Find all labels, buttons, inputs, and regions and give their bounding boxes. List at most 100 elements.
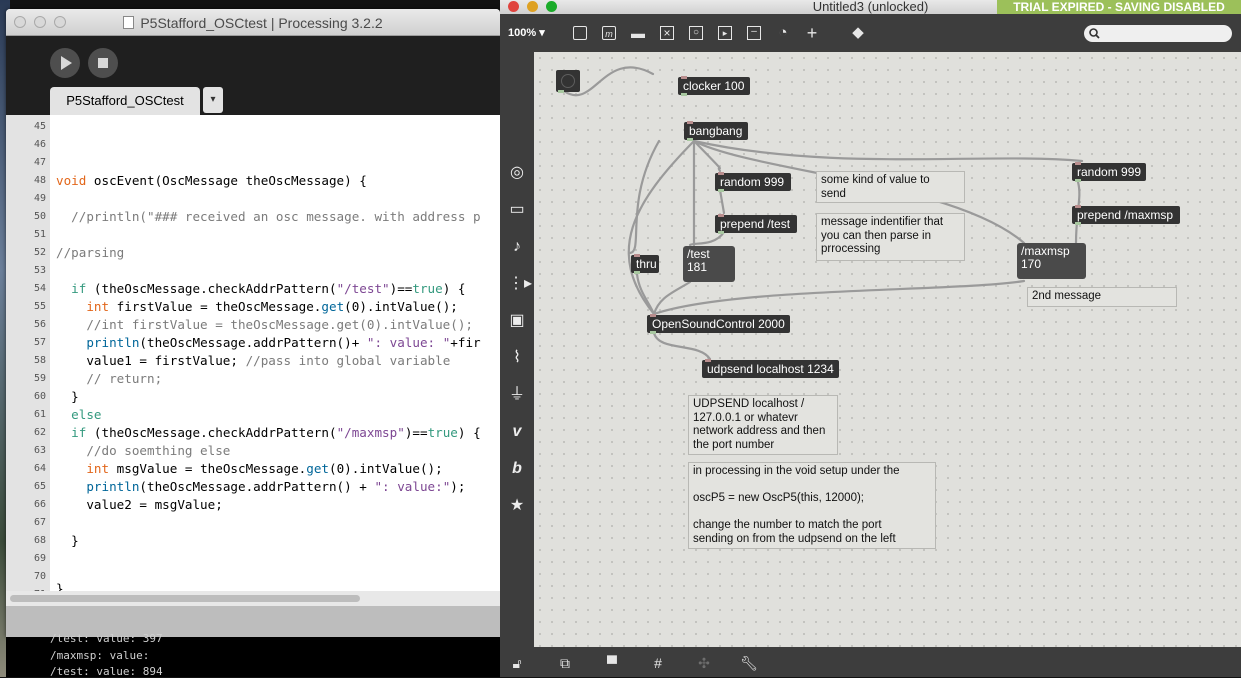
random-object-left[interactable]: random 999 bbox=[715, 172, 791, 192]
line-number: 63 bbox=[33, 445, 46, 456]
bus-icon[interactable]: ▭ bbox=[508, 201, 526, 219]
target-icon[interactable]: ◎ bbox=[508, 164, 526, 182]
outlet[interactable] bbox=[1075, 222, 1081, 225]
patch-cords bbox=[562, 66, 1084, 361]
line-number: 46 bbox=[33, 139, 46, 150]
sketch-tab[interactable]: P5Stafford_OSCtest bbox=[50, 87, 200, 115]
music-note-icon[interactable]: ♪ bbox=[508, 238, 526, 256]
paperclip-icon[interactable]: ⌇ bbox=[508, 349, 526, 367]
random-object-right[interactable]: random 999 bbox=[1072, 162, 1146, 182]
code-line: println(theOscMessage.addrPattern()+ ": … bbox=[86, 335, 481, 350]
inlet[interactable] bbox=[705, 359, 711, 362]
image-icon[interactable]: ▣ bbox=[508, 312, 526, 330]
comment-icon[interactable]: ▬ bbox=[631, 26, 645, 40]
value-comment[interactable]: some kind of value to send bbox=[816, 171, 965, 203]
code-line: //parsing bbox=[56, 245, 125, 260]
bangbang-object[interactable]: bangbang bbox=[684, 121, 748, 141]
clocker-object[interactable]: clocker 100 bbox=[678, 76, 750, 96]
patcher-canvas[interactable]: clocker 100 bangbang random 999 some kin… bbox=[534, 52, 1241, 647]
line-number: 70 bbox=[33, 571, 46, 582]
code-line: //do soemthing else bbox=[56, 443, 231, 458]
inlet[interactable] bbox=[687, 121, 693, 124]
line-number: 62 bbox=[33, 427, 46, 438]
outlet[interactable] bbox=[687, 138, 693, 141]
inlet[interactable] bbox=[650, 314, 656, 317]
second-message-comment[interactable]: 2nd message bbox=[1027, 287, 1177, 307]
dotted-play-icon[interactable]: ⋮▸ bbox=[508, 275, 532, 293]
processing-titlebar[interactable]: P5Stafford_OSCtest | Processing 3.2.2 bbox=[6, 9, 500, 36]
line-number: 48 bbox=[33, 175, 46, 186]
outlet[interactable] bbox=[718, 231, 724, 234]
new-message-icon[interactable]: m bbox=[602, 26, 616, 40]
message-line: 181 bbox=[687, 260, 708, 274]
number-box-icon[interactable]: ▸ bbox=[718, 26, 732, 40]
thru-object[interactable]: thru bbox=[631, 254, 659, 274]
opensoundcontrol-object[interactable]: OpenSoundControl 2000 bbox=[647, 314, 790, 334]
code-line: // return; bbox=[56, 371, 163, 386]
test-message-box[interactable]: /test 181 bbox=[683, 246, 735, 282]
code-line: else bbox=[71, 407, 102, 422]
code-line: if (theOscMessage.checkAddrPattern("/max… bbox=[71, 425, 481, 440]
patch-cord bbox=[628, 139, 661, 255]
grid-icon[interactable]: # bbox=[649, 655, 667, 671]
inlet[interactable] bbox=[634, 254, 640, 257]
star-icon[interactable]: ★ bbox=[508, 497, 526, 515]
outlet[interactable] bbox=[1075, 179, 1081, 182]
run-button[interactable] bbox=[50, 48, 80, 78]
prepend-maxmsp-object[interactable]: prepend /maxmsp bbox=[1072, 205, 1180, 225]
code-editor[interactable]: 45 46 47 48 49 50 51 52 53 54 55 56 57 58 59 60 61 62 63 64… bbox=[6, 115, 500, 600]
presentation-mode-icon[interactable]: ⧉ bbox=[556, 655, 574, 671]
toggle-object-icon[interactable]: ○ bbox=[689, 26, 703, 40]
line-number: 66 bbox=[33, 499, 46, 510]
add-object-icon[interactable]: + bbox=[805, 24, 819, 42]
udpsend-comment[interactable]: UDPSEND localhost / 127.0.0.1 or whatevr… bbox=[688, 395, 838, 455]
line-number: 56 bbox=[33, 319, 46, 330]
patch-cord bbox=[692, 139, 1084, 163]
beap-icon[interactable]: b bbox=[508, 460, 526, 478]
tab-menu-button[interactable]: ▾ bbox=[203, 87, 223, 113]
line-number: 60 bbox=[33, 391, 46, 402]
new-object-icon[interactable] bbox=[573, 26, 587, 40]
inlet[interactable] bbox=[718, 172, 724, 175]
maxmsp-message-box[interactable]: /maxmsp 170 bbox=[1017, 243, 1086, 279]
console-output: /test: value: 397 /maxmsp: value: /test:… bbox=[6, 632, 500, 678]
lock-icon[interactable]: 🔓︎ bbox=[508, 655, 526, 671]
wrench-icon[interactable]: 🔧︎ bbox=[740, 655, 758, 671]
bang-button[interactable] bbox=[556, 70, 580, 93]
line-number: 69 bbox=[33, 553, 46, 564]
inlet[interactable] bbox=[681, 76, 687, 79]
paint-bucket-icon[interactable]: ◆ bbox=[851, 25, 865, 40]
bottom-toolbar: 🔓︎ ⧉ ▀ # ✣ 🔧︎ bbox=[500, 647, 1241, 677]
outlet[interactable] bbox=[634, 271, 640, 274]
outlet[interactable] bbox=[650, 331, 656, 334]
outlet[interactable] bbox=[558, 90, 564, 93]
line-number: 55 bbox=[33, 301, 46, 312]
max-titlebar[interactable]: Untitled3 (unlocked) TRIAL EXPIRED - SAV… bbox=[500, 0, 1241, 14]
outlet[interactable] bbox=[718, 189, 724, 192]
button-object-icon[interactable]: × bbox=[660, 26, 674, 40]
prepend-test-object[interactable]: prepend /test bbox=[715, 214, 797, 234]
identifier-comment[interactable]: message indentifier that you can then pa… bbox=[816, 213, 965, 261]
inlet[interactable] bbox=[718, 214, 724, 217]
snap-icon[interactable]: ✣ bbox=[695, 655, 713, 671]
inlet[interactable] bbox=[1075, 162, 1081, 165]
dial-icon[interactable]: ◔ bbox=[776, 25, 790, 40]
slider-icon[interactable]: – bbox=[747, 26, 761, 40]
line-number: 51 bbox=[33, 229, 46, 240]
comment-bubble-icon[interactable]: ▀ bbox=[603, 655, 621, 671]
console-line: /test: value: 397 bbox=[50, 632, 163, 645]
stop-button[interactable] bbox=[88, 48, 118, 78]
plug-icon[interactable]: ⏚ bbox=[508, 386, 526, 404]
search-input[interactable] bbox=[1084, 25, 1232, 42]
outlet[interactable] bbox=[681, 93, 687, 96]
setup-comment[interactable]: in processing in the void setup under th… bbox=[688, 462, 936, 549]
horizontal-scrollbar[interactable] bbox=[6, 591, 500, 606]
inlet[interactable] bbox=[1075, 205, 1081, 208]
scrollbar-thumb[interactable] bbox=[10, 595, 360, 602]
udpsend-object[interactable]: udpsend localhost 1234 bbox=[702, 359, 839, 378]
line-number: 52 bbox=[33, 247, 46, 258]
code-line: value2 = msgValue; bbox=[56, 497, 223, 512]
vizzie-icon[interactable]: v bbox=[508, 423, 526, 441]
zoom-level-dropdown[interactable]: 100% ▾ bbox=[508, 26, 545, 39]
trial-expired-banner: TRIAL EXPIRED - SAVING DISABLED bbox=[997, 0, 1241, 14]
